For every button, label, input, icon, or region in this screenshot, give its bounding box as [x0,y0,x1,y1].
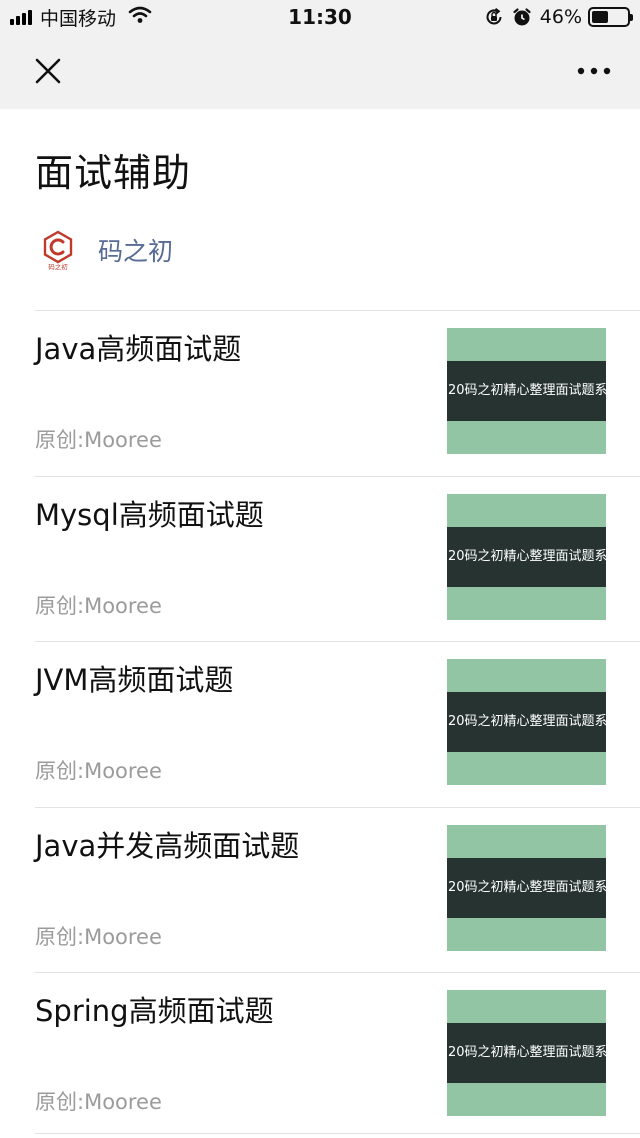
svg-text:码之初: 码之初 [48,262,68,270]
article-meta: 原创:Mooree [35,593,162,618]
thumbnail-caption: 20码之初精心整理面试题系 [448,1045,606,1060]
alarm-icon [512,7,532,27]
thumbnail-caption: 20码之初精心整理面试题系 [448,548,606,564]
battery-icon [588,7,633,27]
thumbnail-caption: 20码之初精心整理面试题系 [448,879,606,895]
account-logo: 码之初 [38,230,78,270]
article-item[interactable]: Mysql高频面试题 原创:Mooree 20码之初精心整理面试题系 [35,475,640,642]
status-bar: 中国移动 11:30 46% [0,0,640,36]
article-thumbnail: 20码之初精心整理面试题系 [447,659,606,785]
article-list: Java高频面试题 原创:Mooree 20码之初精心整理面试题系 Mysql高… [35,310,640,1138]
more-icon [577,67,611,75]
page-title: 面试辅助 [35,151,192,195]
article-thumbnail: 20码之初精心整理面试题系 [447,824,606,951]
article-item[interactable]: Java高频面试题 原创:Mooree 20码之初精心整理面试题系 [35,310,640,476]
status-right: 46% [484,5,633,29]
nav-bar [0,36,640,109]
article-item[interactable]: Java并发高频面试题 原创:Mooree 20码之初精心整理面试题系 [35,806,640,973]
article-thumbnail: 20码之初精心整理面试题系 [447,990,606,1116]
battery-percent: 46% [539,6,582,28]
article-meta: 原创:Mooree [35,1090,162,1114]
article-thumbnail: 20码之初精心整理面试题系 [447,328,606,454]
article-thumbnail: 20码之初精心整理面试题系 [447,493,606,620]
more-button[interactable] [574,53,614,89]
close-button[interactable] [30,53,66,89]
article-title: Java并发高频面试题 [35,828,300,863]
article-item[interactable]: Spring高频面试题 原创:Mooree 20码之初精心整理面试题系 [35,972,640,1138]
thumbnail-caption: 20码之初精心整理面试题系 [448,714,606,729]
article-title: JVM高频面试题 [35,663,234,697]
thumbnail-band: 20码之初精心整理面试题系 [447,692,606,752]
thumbnail-band: 20码之初精心整理面试题系 [447,361,606,421]
rotation-lock-icon [484,7,504,27]
thumbnail-band: 20码之初精心整理面试题系 [447,1023,606,1083]
close-icon [35,58,61,84]
account-name[interactable]: 码之初 [98,232,173,268]
account-row[interactable]: 码之初 码之初 [38,228,173,272]
article-title: Java高频面试题 [35,332,242,366]
thumbnail-band: 20码之初精心整理面试题系 [447,526,606,587]
article-meta: 原创:Mooree [35,759,162,783]
article-title: Spring高频面试题 [35,994,274,1028]
article-meta: 原创:Mooree [35,428,162,452]
list-divider [35,1133,640,1134]
thumbnail-caption: 20码之初精心整理面试题系 [448,383,606,398]
article-item[interactable]: JVM高频面试题 原创:Mooree 20码之初精心整理面试题系 [35,641,640,807]
article-title: Mysql高频面试题 [35,497,264,532]
battery-fill [592,11,608,23]
article-meta: 原创:Mooree [35,924,162,949]
thumbnail-band: 20码之初精心整理面试题系 [447,857,606,918]
